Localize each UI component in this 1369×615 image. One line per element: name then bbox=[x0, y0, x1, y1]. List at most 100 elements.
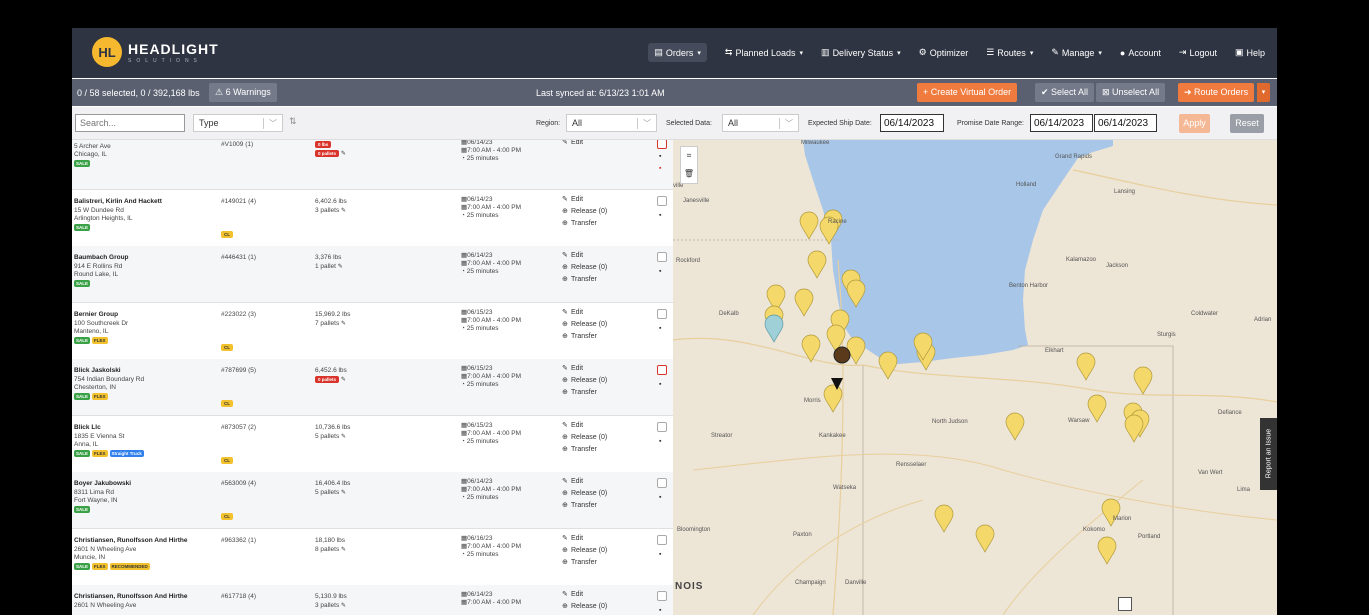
pencil-icon[interactable]: ✎ bbox=[341, 547, 346, 553]
edit-action[interactable]: ✎ Edit bbox=[562, 195, 642, 203]
trash-icon[interactable]: ▪ bbox=[659, 165, 661, 172]
order-pin[interactable] bbox=[823, 384, 843, 413]
row-checkbox[interactable] bbox=[657, 252, 667, 262]
ship-date-input[interactable] bbox=[880, 114, 944, 132]
row-checkbox[interactable] bbox=[657, 591, 667, 601]
type-select[interactable]: Type ﹀ bbox=[193, 114, 283, 132]
nav-help[interactable]: ▣ Help bbox=[1235, 47, 1265, 58]
edit-action[interactable]: ✎ Edit bbox=[562, 364, 642, 372]
warnings-button[interactable]: ⚠ 6 Warnings bbox=[209, 83, 277, 102]
release-action[interactable]: ⊕ Release (0) bbox=[562, 207, 642, 215]
trash-icon[interactable]: ▪ bbox=[659, 438, 661, 445]
order-pin[interactable] bbox=[807, 250, 827, 279]
order-pin[interactable] bbox=[975, 524, 995, 553]
trash-icon[interactable]: ▪ bbox=[659, 212, 661, 219]
delete-shape-icon[interactable]: 🗑 bbox=[681, 165, 697, 183]
nav-routes[interactable]: ☰ Routes ▾ bbox=[986, 47, 1033, 58]
release-action[interactable]: ⊕ Release (0) bbox=[562, 489, 642, 497]
edit-action[interactable]: ✎ Edit bbox=[562, 421, 642, 429]
promise-date-to-input[interactable] bbox=[1094, 114, 1157, 132]
pencil-icon[interactable]: ✎ bbox=[338, 264, 343, 270]
trash-icon[interactable]: ▪ bbox=[659, 607, 661, 614]
order-id[interactable]: #446431 (1) bbox=[221, 254, 301, 261]
release-action[interactable]: ⊕ Release (0) bbox=[562, 376, 642, 384]
table-row[interactable]: Balistreri, Kirlin And Hackett 15 W Dunde… bbox=[72, 190, 673, 247]
promise-date-from-input[interactable] bbox=[1030, 114, 1093, 132]
order-pin[interactable] bbox=[846, 336, 866, 365]
trash-icon[interactable]: ▪ bbox=[659, 153, 661, 160]
pencil-icon[interactable]: ✎ bbox=[341, 603, 346, 609]
nav-logout[interactable]: ⇥ Logout bbox=[1179, 47, 1217, 58]
row-checkbox[interactable] bbox=[657, 195, 667, 206]
table-row[interactable]: Bernier Group 100 Southcreek Dr Manteno, I… bbox=[72, 303, 673, 360]
transfer-action[interactable]: ⊕ Transfer bbox=[562, 388, 642, 396]
order-pin[interactable] bbox=[794, 288, 814, 317]
edit-action[interactable]: ✎ Edit bbox=[562, 251, 642, 259]
selected-data-select[interactable]: All ﹀ bbox=[722, 114, 799, 132]
row-checkbox[interactable] bbox=[657, 140, 667, 149]
cluster-marker[interactable] bbox=[833, 346, 851, 364]
create-virtual-order-button[interactable]: + Create Virtual Order bbox=[917, 83, 1018, 102]
pencil-icon[interactable]: ✎ bbox=[341, 321, 346, 327]
release-action[interactable]: ⊕ Release (0) bbox=[562, 263, 642, 271]
unselect-all-button[interactable]: ⊠ Unselect All bbox=[1096, 83, 1166, 102]
transfer-action[interactable]: ⊕ Transfer bbox=[562, 219, 642, 227]
draw-shape-icon[interactable]: ⌗ bbox=[681, 147, 697, 165]
order-pin[interactable] bbox=[934, 504, 954, 533]
order-pin[interactable] bbox=[801, 334, 821, 363]
table-row[interactable]: Boyer Jakubowski 8311 Lima Rd Fort Wayne, … bbox=[72, 472, 673, 529]
release-action[interactable]: ⊕ Release (0) bbox=[562, 320, 642, 328]
nav-manage[interactable]: ✎ Manage ▾ bbox=[1051, 47, 1102, 58]
order-pin[interactable] bbox=[878, 351, 898, 380]
nav-delivery-status[interactable]: ▥ Delivery Status ▾ bbox=[821, 47, 901, 58]
route-orders-dropdown-icon[interactable]: ▾ bbox=[1257, 83, 1270, 102]
table-row[interactable]: Blick Llc 1835 E Vienna St Anna, IL SALE FLE… bbox=[72, 416, 673, 473]
release-action[interactable]: ⊕ Release (0) bbox=[562, 602, 642, 610]
order-id[interactable]: #223022 (3) bbox=[221, 311, 301, 318]
table-row[interactable]: Christiansen, Runolfsson And Hirthe 2601 … bbox=[72, 529, 673, 586]
order-id[interactable]: #963362 (1) bbox=[221, 537, 301, 544]
order-id[interactable]: #149021 (4) bbox=[221, 198, 301, 205]
transfer-action[interactable]: ⊕ Transfer bbox=[562, 332, 642, 340]
pencil-icon[interactable]: ✎ bbox=[341, 434, 346, 440]
apply-button[interactable]: Apply bbox=[1179, 114, 1210, 133]
nav-account[interactable]: ● Account bbox=[1120, 48, 1161, 58]
pencil-icon[interactable]: ✎ bbox=[341, 151, 346, 157]
table-row[interactable]: 5 Archer Ave Chicago, IL SALE #V1009 (1) 0 l… bbox=[72, 140, 673, 190]
order-pin[interactable] bbox=[1097, 536, 1117, 565]
row-checkbox[interactable] bbox=[657, 478, 667, 488]
trash-icon[interactable]: ▪ bbox=[659, 325, 661, 332]
row-checkbox[interactable] bbox=[657, 308, 667, 319]
transfer-action[interactable]: ⊕ Transfer bbox=[562, 445, 642, 453]
pencil-icon[interactable]: ✎ bbox=[341, 490, 346, 496]
edit-action[interactable]: ✎ Edit bbox=[562, 590, 642, 598]
row-checkbox[interactable] bbox=[657, 534, 667, 545]
edit-action[interactable]: ✎ Edit bbox=[562, 534, 642, 542]
sort-icon[interactable]: ⇅ bbox=[289, 116, 297, 127]
search-input[interactable] bbox=[75, 114, 185, 132]
order-pin[interactable] bbox=[799, 211, 819, 240]
transfer-action[interactable]: ⊕ Transfer bbox=[562, 558, 642, 566]
order-id[interactable]: #787699 (5) bbox=[221, 367, 301, 374]
orders-map[interactable]: Milwaukee Grand Rapids Holland Lansing Racin… bbox=[673, 140, 1277, 615]
order-id[interactable]: #563009 (4) bbox=[221, 480, 301, 487]
row-checkbox[interactable] bbox=[657, 421, 667, 432]
release-action[interactable]: ⊕ Release (0) bbox=[562, 433, 642, 441]
table-row[interactable]: Blick Jaskolski 754 Indian Boundary Rd Che… bbox=[72, 359, 673, 416]
trash-icon[interactable]: ▪ bbox=[659, 494, 661, 501]
pencil-icon[interactable]: ✎ bbox=[341, 377, 346, 383]
select-all-button[interactable]: ✔ Select All bbox=[1035, 83, 1095, 102]
row-checkbox[interactable] bbox=[657, 365, 667, 375]
order-pin[interactable] bbox=[1087, 394, 1107, 423]
depot-pin[interactable] bbox=[764, 314, 784, 343]
reset-button[interactable]: Reset bbox=[1230, 114, 1264, 133]
edit-action[interactable]: ✎ Edit bbox=[562, 308, 642, 316]
trash-icon[interactable]: ▪ bbox=[659, 268, 661, 275]
edit-action[interactable]: ✎ Edit bbox=[562, 140, 642, 146]
map-fullscreen-toggle[interactable] bbox=[1118, 597, 1132, 611]
release-action[interactable]: ⊕ Release (0) bbox=[562, 546, 642, 554]
route-orders-button[interactable]: ➜ Route Orders bbox=[1178, 83, 1255, 102]
report-issue-tab[interactable]: Report an Issue bbox=[1260, 418, 1277, 490]
table-row[interactable]: Baumbach Group 914 E Rollins Rd Round Lake… bbox=[72, 246, 673, 303]
nav-optimizer[interactable]: ⚙ Optimizer bbox=[919, 47, 969, 58]
